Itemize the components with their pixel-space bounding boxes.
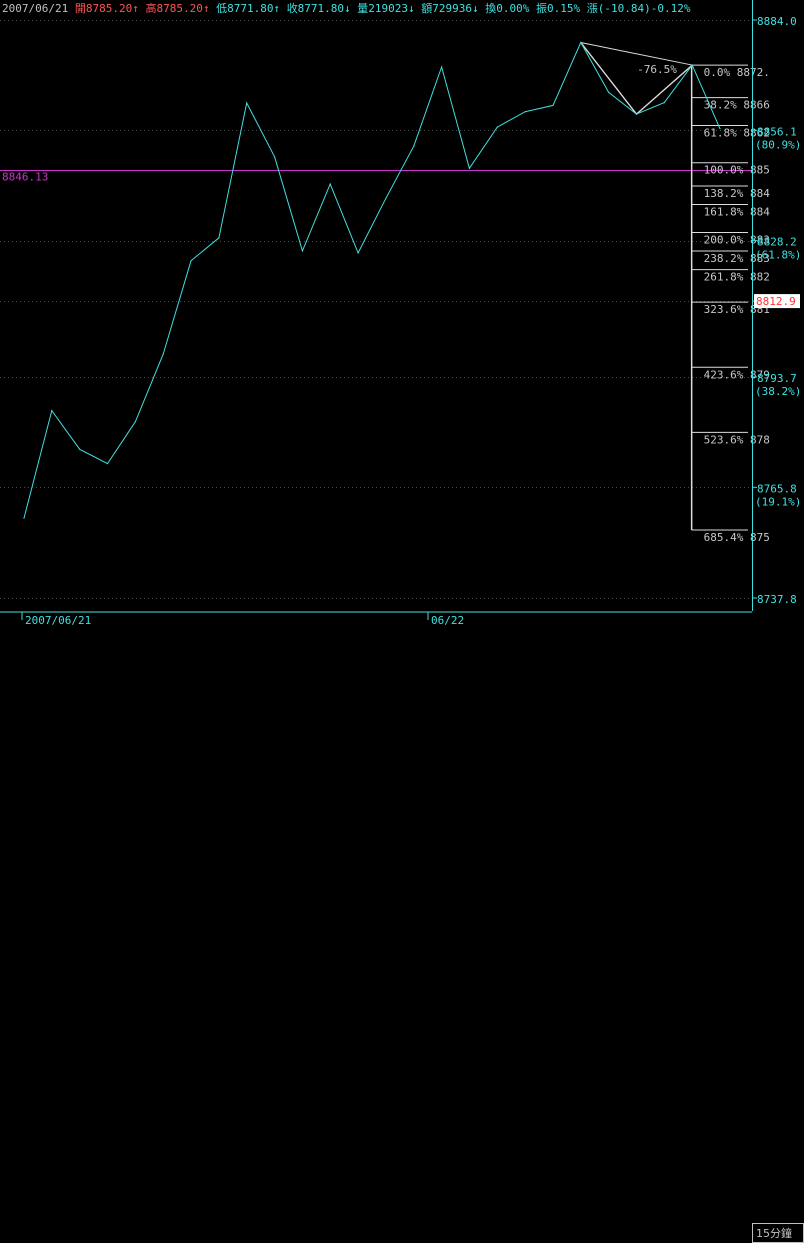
last-price-label: 8812.9 [756, 295, 796, 308]
price-point [691, 64, 693, 66]
price-point [329, 183, 331, 185]
price-point [663, 102, 665, 104]
price-axis-percent: (38.2%) [755, 385, 801, 398]
period-selector-button[interactable]: 15分鐘 [752, 1223, 804, 1243]
price-point [106, 463, 109, 465]
time-axis-bar: 2007/06/21 06/22 15分鐘 [0, 611, 804, 1243]
quote-item: 開8785.20↑ [75, 2, 146, 15]
price-axis-percent: (61.8%) [755, 249, 801, 262]
price-point [246, 102, 248, 104]
fib-level-label: 0.0% 8872. [704, 66, 770, 79]
quote-item: 振0.15% [536, 1, 587, 15]
price-point [441, 66, 443, 68]
price-point [385, 197, 387, 199]
price-point [496, 126, 498, 128]
price-axis-label: 8793.7 [757, 372, 797, 385]
price-point [413, 145, 415, 147]
fib-level-label: 261.8% 882 [704, 271, 770, 284]
fib-level-label: 523.6% 878 [704, 433, 770, 446]
price-point [23, 517, 25, 519]
price-point [719, 128, 721, 130]
time-label-mid: 06/22 [431, 614, 464, 627]
fib-level-label: 685.4% 875 [704, 531, 770, 544]
price-point [468, 167, 470, 169]
price-point [51, 410, 53, 412]
price-point [134, 421, 136, 423]
quote-item: 低8771.80↑ [216, 2, 287, 15]
price-point [524, 111, 526, 113]
price-point [162, 353, 164, 355]
quote-header: 2007/06/21 開8785.20↑ 高8785.20↑ 低8771.80↑… [2, 1, 691, 15]
quote-item: 高8785.20↑ [145, 1, 216, 15]
price-point [79, 448, 81, 450]
fib-level-label: 138.2% 884 [704, 187, 771, 200]
price-point [190, 260, 192, 262]
fib-level-label: 100.0% 885 [704, 164, 770, 177]
price-point [218, 237, 220, 239]
price-axis-label: 8828.2 [757, 236, 797, 249]
time-label-left: 2007/06/21 [25, 614, 91, 627]
quote-item: 額729936↓ [421, 2, 485, 15]
price-axis-label: 8856.1 [757, 125, 797, 138]
price-axis-label: 8765.8 [757, 482, 797, 495]
quote-item: 量219023↓ [357, 2, 421, 15]
reference-line-label: 8846.13 [2, 171, 48, 184]
fib-annotation: -76.5% [637, 63, 677, 76]
price-point [274, 156, 276, 158]
quote-date: 2007/06/21 [2, 2, 75, 15]
price-point [580, 41, 582, 44]
price-point [301, 250, 303, 252]
quote-item: 收8771.80↓ [287, 1, 358, 15]
quote-item: 漲(-10.84)-0.12% [587, 2, 691, 15]
price-axis-percent: (19.1%) [755, 495, 801, 508]
price-axis-label: 8737.8 [757, 593, 797, 606]
chart-area[interactable]: 8846.13 -76.5% 0.0% 8872.38.2% 886661.8% … [0, 0, 804, 633]
chart-background [0, 0, 804, 633]
price-point [357, 252, 359, 254]
quote-item: 換0.00% [485, 2, 536, 15]
price-point [552, 104, 554, 106]
fib-level-label: 38.2% 8866 [704, 99, 770, 112]
time-axis: 2007/06/21 06/22 [0, 611, 752, 627]
fib-level-label: 161.8% 884 [704, 206, 771, 219]
quote-line: 2007/06/21 開8785.20↑ 高8785.20↑ 低8771.80↑… [2, 1, 691, 15]
price-point [635, 113, 638, 115]
price-point [608, 91, 610, 93]
price-axis-label: 8884.0 [757, 15, 797, 28]
price-axis-percent: (80.9%) [755, 138, 801, 151]
